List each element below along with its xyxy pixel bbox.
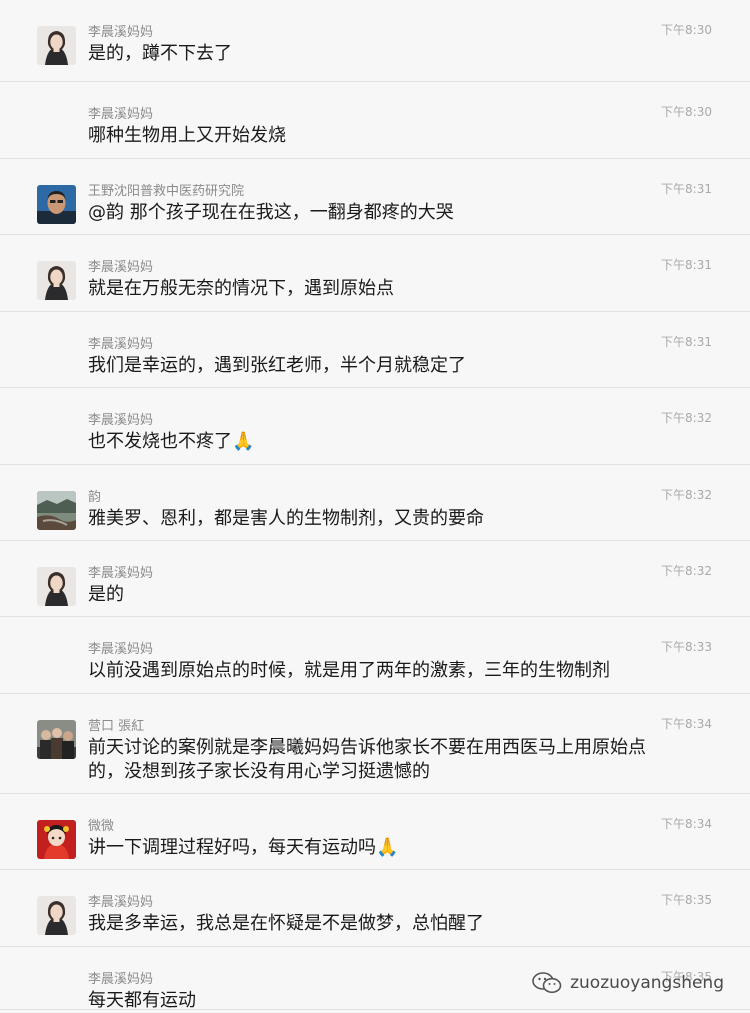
message-timestamp: 下午8:33 bbox=[661, 640, 712, 654]
chat-message[interactable]: 韵 下午8:32 雅美罗、恩利，都是害人的生物制剂，又贵的要命 bbox=[0, 465, 750, 541]
sender-name: 李晨溪妈妈 bbox=[88, 566, 154, 581]
message-timestamp: 下午8:30 bbox=[661, 23, 712, 37]
watermark-text: zuozuoyangsheng bbox=[570, 973, 724, 993]
message-text: @韵 那个孩子现在在我这，一翻身都疼的大哭 bbox=[88, 202, 454, 223]
message-timestamp: 下午8:32 bbox=[661, 564, 712, 578]
message-text: 我是多幸运，我总是在怀疑是不是做梦，总怕醒了 bbox=[88, 913, 484, 934]
sender-name: 李晨溪妈妈 bbox=[88, 337, 154, 352]
message-timestamp: 下午8:30 bbox=[661, 105, 712, 119]
woman-avatar[interactable] bbox=[37, 26, 76, 65]
sender-name: 李晨溪妈妈 bbox=[88, 260, 154, 275]
message-timestamp: 下午8:31 bbox=[661, 182, 712, 196]
message-timestamp: 下午8:34 bbox=[661, 817, 712, 831]
sender-name: 营口 張紅 bbox=[88, 719, 145, 734]
sender-name: 李晨溪妈妈 bbox=[88, 107, 154, 122]
message-timestamp: 下午8:35 bbox=[661, 893, 712, 907]
watermark: zuozuoyangsheng bbox=[532, 972, 724, 994]
chat-message[interactable]: 李晨溪妈妈 下午8:32 也不发烧也不疼了🙏 bbox=[0, 388, 750, 465]
chat-message[interactable]: 李晨溪妈妈 下午8:32 是的 bbox=[0, 541, 750, 617]
sender-name: 韵 bbox=[88, 490, 102, 505]
chat-message[interactable]: 营口 張紅 下午8:34 前天讨论的案例就是李晨曦妈妈告诉他家长不要在用西医马上用原… bbox=[0, 694, 750, 794]
chat-message[interactable]: 微微 下午8:34 讲一下调理过程好吗，每天有运动吗🙏 bbox=[0, 794, 750, 870]
chat-message[interactable]: 李晨溪妈妈 下午8:33 以前没遇到原始点的时候，就是用了两年的激素，三年的生物制剂 bbox=[0, 617, 750, 694]
wechat-icon bbox=[532, 972, 562, 994]
woman-avatar[interactable] bbox=[37, 567, 76, 606]
chat-message-list: 李晨溪妈妈 下午8:30 是的，蹲不下去了 李晨溪妈妈 下午8:30 哪种生物用上又开始发… bbox=[0, 0, 750, 1011]
sender-name: 李晨溪妈妈 bbox=[88, 972, 154, 987]
sender-name: 李晨溪妈妈 bbox=[88, 642, 154, 657]
message-text: 也不发烧也不疼了🙏 bbox=[88, 431, 255, 452]
message-text: 雅美罗、恩利，都是害人的生物制剂，又贵的要命 bbox=[88, 508, 484, 529]
woman-avatar[interactable] bbox=[37, 261, 76, 300]
woman-avatar[interactable] bbox=[37, 896, 76, 935]
message-text: 哪种生物用上又开始发烧 bbox=[88, 125, 286, 146]
child-avatar[interactable] bbox=[37, 820, 76, 859]
chat-message[interactable]: 李晨溪妈妈 下午8:30 是的，蹲不下去了 bbox=[0, 0, 750, 82]
man-avatar[interactable] bbox=[37, 185, 76, 224]
message-text: 是的，蹲不下去了 bbox=[88, 43, 232, 64]
message-timestamp: 下午8:32 bbox=[661, 411, 712, 425]
message-timestamp: 下午8:32 bbox=[661, 488, 712, 502]
message-text: 前天讨论的案例就是李晨曦妈妈告诉他家长不要在用西医马上用原始点的，没想到孩子家长… bbox=[88, 737, 646, 782]
chat-message[interactable]: 李晨溪妈妈 下午8:30 哪种生物用上又开始发烧 bbox=[0, 82, 750, 159]
message-timestamp: 下午8:34 bbox=[661, 717, 712, 731]
sender-name: 李晨溪妈妈 bbox=[88, 25, 154, 40]
sender-name: 李晨溪妈妈 bbox=[88, 413, 154, 428]
message-text: 我们是幸运的，遇到张红老师，半个月就稳定了 bbox=[88, 355, 466, 376]
message-timestamp: 下午8:31 bbox=[661, 258, 712, 272]
group-avatar[interactable] bbox=[37, 720, 76, 759]
sender-name: 微微 bbox=[88, 819, 115, 834]
sender-name: 李晨溪妈妈 bbox=[88, 895, 154, 910]
sender-name: 王野沈阳普救中医药研究院 bbox=[88, 184, 245, 199]
chat-message[interactable]: 王野沈阳普救中医药研究院 下午8:31 @韵 那个孩子现在在我这，一翻身都疼的大哭 bbox=[0, 159, 750, 235]
message-timestamp: 下午8:31 bbox=[661, 335, 712, 349]
message-text: 讲一下调理过程好吗，每天有运动吗🙏 bbox=[88, 837, 399, 858]
landscape-avatar[interactable] bbox=[37, 491, 76, 530]
message-text: 以前没遇到原始点的时候，就是用了两年的激素，三年的生物制剂 bbox=[88, 660, 610, 681]
chat-message[interactable]: 李晨溪妈妈 下午8:31 就是在万般无奈的情况下，遇到原始点 bbox=[0, 235, 750, 312]
message-text: 是的 bbox=[88, 584, 124, 605]
message-text: 就是在万般无奈的情况下，遇到原始点 bbox=[88, 278, 394, 299]
chat-message[interactable]: 李晨溪妈妈 下午8:35 我是多幸运，我总是在怀疑是不是做梦，总怕醒了 bbox=[0, 870, 750, 947]
chat-message[interactable]: 李晨溪妈妈 下午8:31 我们是幸运的，遇到张红老师，半个月就稳定了 bbox=[0, 312, 750, 388]
